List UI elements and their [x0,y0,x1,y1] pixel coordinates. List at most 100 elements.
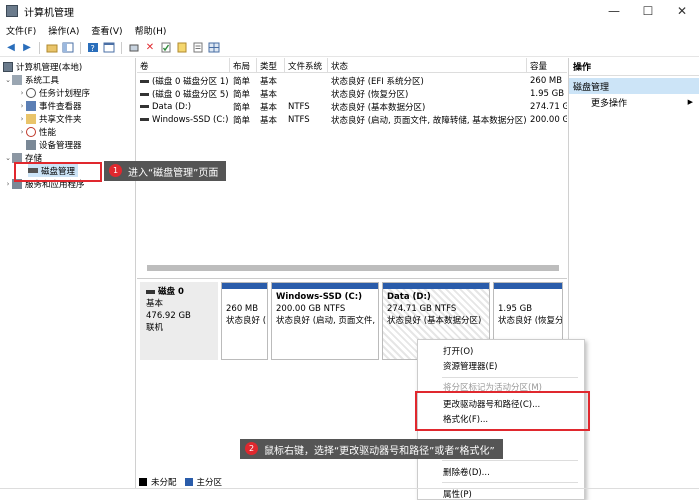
checkmark-icon[interactable] [159,41,173,55]
menu-separator [442,460,578,461]
column-header-filesystem[interactable]: 文件系统 [285,58,328,73]
table-row[interactable]: (磁盘 0 磁盘分区 1) 简单 基本 状态良好 (EFI 系统分区) 260 … [137,74,567,87]
disk-icon [146,289,155,294]
tree-item-device-manager[interactable]: 设备管理器 [26,138,82,151]
chevron-right-icon[interactable]: › [4,180,12,188]
properties-icon[interactable] [191,41,205,55]
up-folder-icon[interactable] [45,41,59,55]
chevron-down-icon[interactable]: ⌄ [4,154,12,162]
cell-volume: (磁盘 0 磁盘分区 1) [152,76,229,87]
table-row[interactable]: Data (D:) 简单 基本 NTFS 状态良好 (基本数据分区) 274.7… [137,100,567,113]
legend-unallocated: 未分配 [151,478,177,488]
cell-status: 状态良好 (启动, 页面文件, 故障转储, 基本数据分区) [331,115,527,126]
cell-capacity: 200.00 G [530,114,567,125]
menu-view[interactable]: 查看(V) [85,24,128,37]
menu-item-explore[interactable]: 资源管理器(E) [443,359,498,373]
chevron-right-icon[interactable]: › [18,115,26,123]
minimize-button[interactable]: — [597,0,631,22]
tree-item-root[interactable]: 计算机管理(本地) [3,60,82,73]
window-controls: — ☐ ✕ [597,0,699,22]
cell-type: 基本 [260,102,278,113]
actions-more-label: 更多操作 [591,98,628,109]
volume-list-header: 卷 布局 类型 文件系统 状态 容量 [137,58,567,73]
connect-icon[interactable] [127,41,141,55]
menu-separator [442,482,578,483]
cell-volume: Windows-SSD (C:) [152,114,229,125]
table-row[interactable]: (磁盘 0 磁盘分区 5) 简单 基本 状态良好 (恢复分区) 1.95 GB [137,87,567,100]
tree-item-system-tools[interactable]: ⌄ 系统工具 [4,73,59,86]
column-header-status[interactable]: 状态 [328,58,527,73]
menu-help[interactable]: 帮助(H) [129,24,173,37]
maximize-button[interactable]: ☐ [631,0,665,22]
menu-action[interactable]: 操作(A) [42,24,85,37]
tree-item-shared-folders[interactable]: › 共享文件夹 [18,112,82,125]
back-arrow-icon[interactable]: ◀ [4,41,18,55]
console-icon[interactable] [102,41,116,55]
menu-item-open[interactable]: 打开(O) [443,344,473,358]
svg-text:?: ? [91,44,95,53]
tree-item-label: 计算机管理(本地) [16,62,83,73]
partition-status: 状态良好 (启动, 页面文件, [276,316,376,326]
callout-text: 进入“磁盘管理”页面 [128,167,219,179]
forward-arrow-icon[interactable]: ▶ [20,41,34,55]
cell-layout: 简单 [233,89,251,100]
event-log-icon [26,100,36,111]
toolbar: ◀ ▶ ? ✕ [0,39,699,57]
tree-item-label: 共享文件夹 [39,114,82,125]
menu-file[interactable]: 文件(F) [0,24,42,37]
partition-windows-ssd[interactable]: Windows-SSD (C:) 200.00 GB NTFS 状态良好 (启动… [271,282,379,360]
legend-primary: 主分区 [196,478,223,488]
storage-icon [12,152,22,163]
tree-item-event-viewer[interactable]: › 事件查看器 [18,99,82,112]
triangle-right-icon: ▶ [687,98,693,106]
delete-icon[interactable]: ✕ [143,41,157,55]
column-header-layout[interactable]: 布局 [230,58,257,73]
window-title: 计算机管理 [24,7,74,19]
chevron-right-icon[interactable]: › [18,128,26,136]
volume-icon [140,117,149,121]
disk-name: 磁盘 0 [158,287,184,297]
cell-volume: (磁盘 0 磁盘分区 5) [152,89,229,100]
horizontal-scrollbar[interactable] [147,265,559,271]
partition-size: 274.71 GB NTFS [387,304,457,314]
menu-item-delete-volume[interactable]: 删除卷(D)... [443,465,490,479]
tree-item-label: 任务计划程序 [39,88,91,99]
tree-item-performance[interactable]: › 性能 [18,125,56,138]
column-header-volume[interactable]: 卷 [137,58,230,73]
menu-bar: 文件(F) 操作(A) 查看(V) 帮助(H) [0,22,699,38]
close-button[interactable]: ✕ [665,0,699,22]
menu-separator [442,377,578,378]
cell-capacity: 1.95 GB [530,88,565,99]
actions-header: 操作 [569,58,699,76]
title-bar: 计算机管理 — ☐ ✕ [0,0,699,22]
disk-size: 476.92 GB [146,311,191,321]
computer-icon [3,61,13,72]
chevron-down-icon[interactable]: ⌄ [4,76,12,84]
toolbar-separator [121,41,122,54]
help-icon[interactable]: ? [86,41,100,55]
show-hide-tree-icon[interactable] [61,41,75,55]
partition-efi[interactable]: 260 MB 状态良好 ( [221,282,268,360]
status-divider [0,488,699,489]
column-header-capacity[interactable]: 容量 [527,58,567,73]
chevron-right-icon[interactable]: › [18,102,26,110]
actions-more[interactable]: 更多操作 ▶ [569,94,699,110]
table-row[interactable]: Windows-SSD (C:) 简单 基本 NTFS 状态良好 (启动, 页面… [137,113,567,126]
actions-disk-management[interactable]: 磁盘管理 [569,78,699,94]
cell-type: 基本 [260,76,278,87]
tree-item-label: 性能 [39,127,57,138]
toolbar-separator [39,41,40,54]
primary-swatch [184,478,193,486]
cell-status: 状态良好 (EFI 系统分区) [331,76,424,87]
partition-name [226,291,263,303]
cell-layout: 简单 [233,76,251,87]
tree-item-task-scheduler[interactable]: › 任务计划程序 [18,86,90,99]
export-icon[interactable] [175,41,189,55]
grid-view-icon[interactable] [207,41,221,55]
disk-status: 联机 [146,323,164,333]
tree-item-label: 设备管理器 [39,140,82,151]
toolbar-separator [80,41,81,54]
column-header-type[interactable]: 类型 [257,58,285,73]
disk-0-label[interactable]: 磁盘 0 基本 476.92 GB 联机 [140,282,218,360]
chevron-right-icon[interactable]: › [18,89,26,97]
